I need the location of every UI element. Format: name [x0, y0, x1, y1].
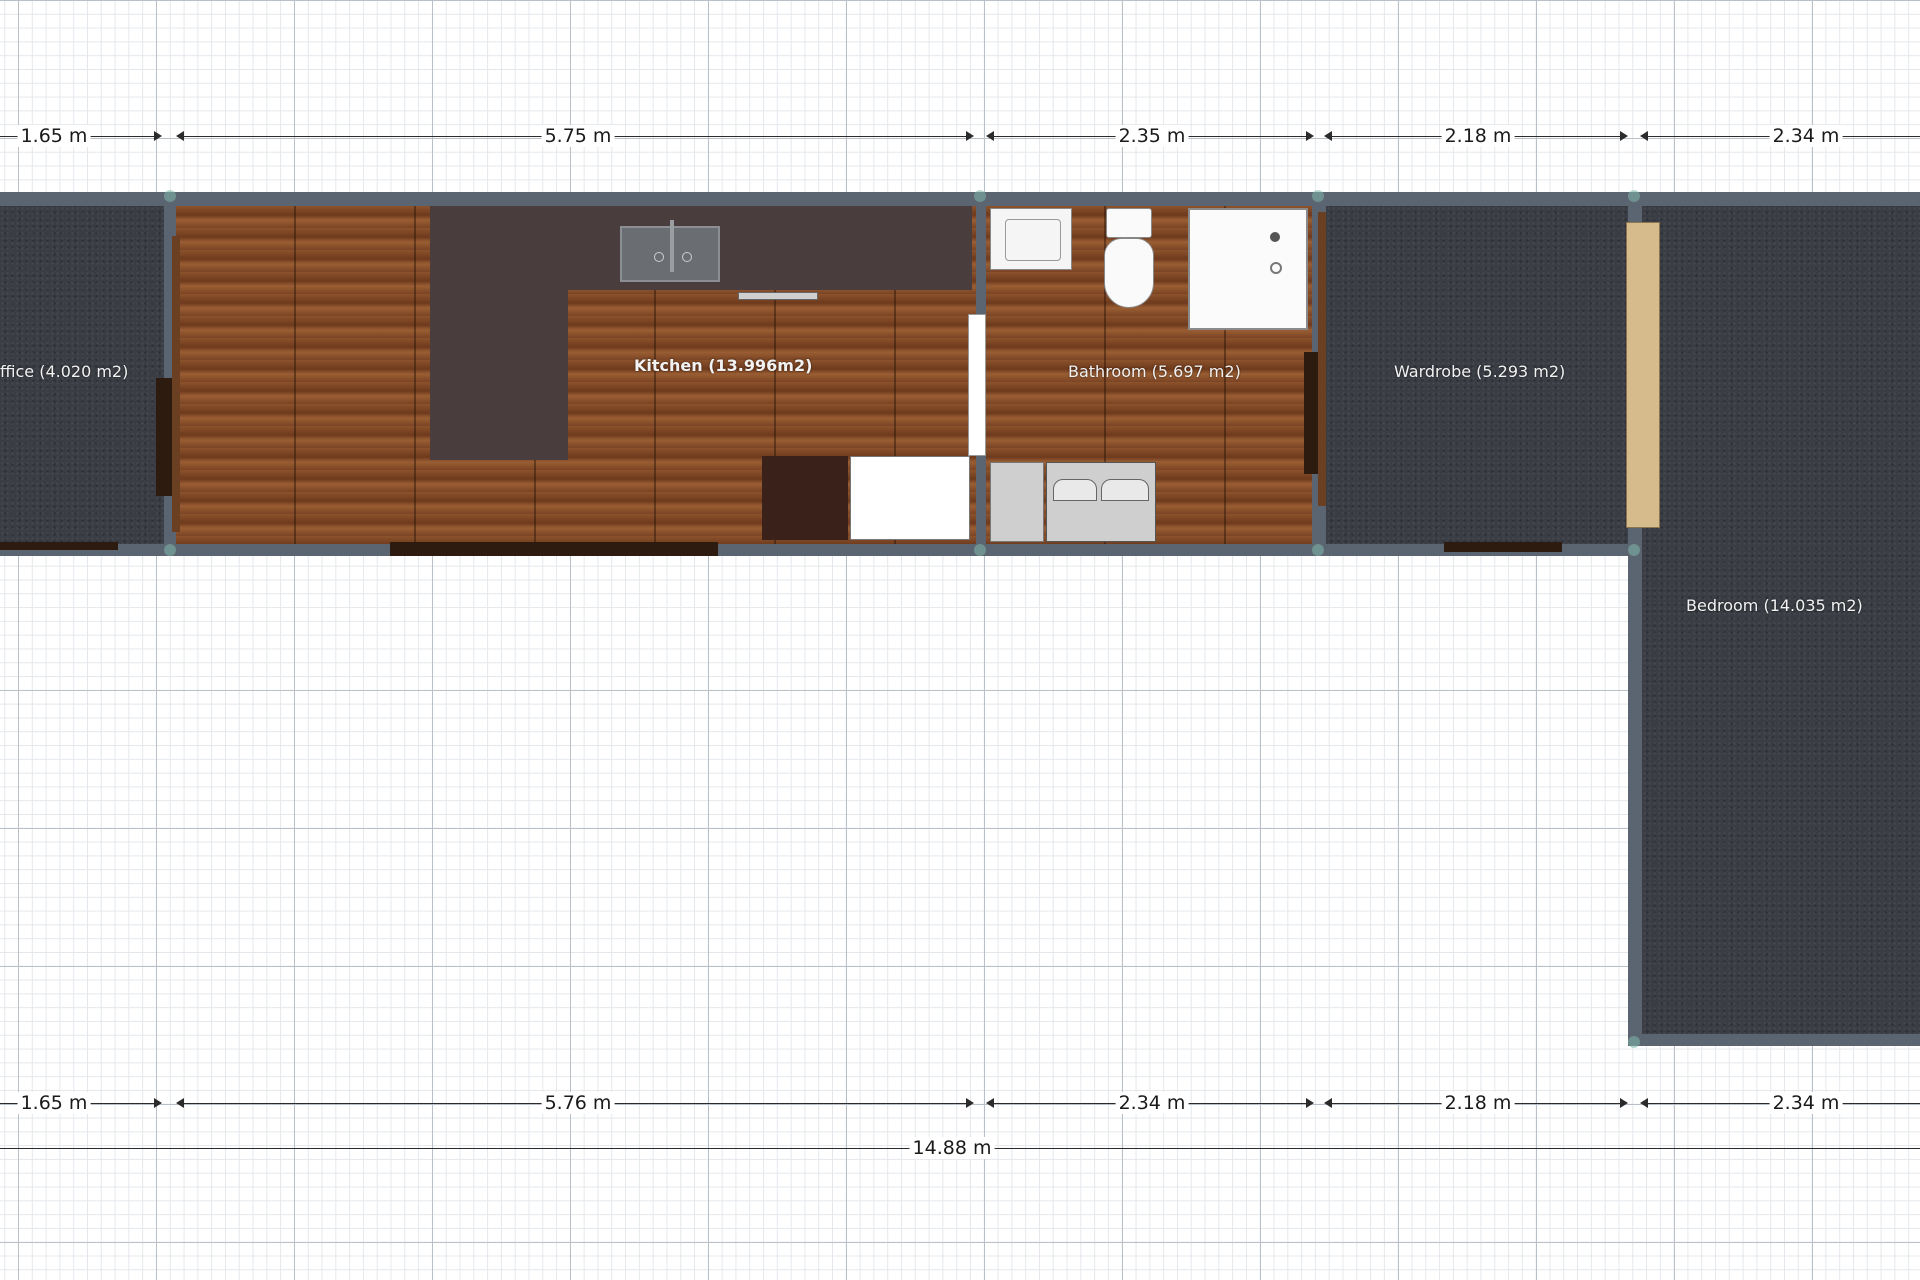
- office-window[interactable]: [0, 542, 118, 550]
- shower-icon[interactable]: [1188, 208, 1308, 330]
- arrow-right-icon: [1306, 131, 1314, 141]
- shower-head-icon: [1270, 232, 1280, 242]
- arrow-left-icon: [986, 131, 994, 141]
- drain-icon: [682, 252, 692, 262]
- kitchen-island[interactable]: [430, 206, 568, 460]
- wall-node[interactable]: [164, 544, 176, 556]
- wall-node[interactable]: [974, 544, 986, 556]
- bathroom-cabinet[interactable]: [990, 462, 1044, 542]
- kitchen-shelf[interactable]: [738, 292, 818, 300]
- arrow-right-icon: [966, 131, 974, 141]
- kitchen-door-leaf[interactable]: [172, 236, 180, 532]
- office-door[interactable]: [156, 378, 172, 496]
- bedroom-sliding-door[interactable]: [1626, 222, 1660, 528]
- kitchen-sink-icon[interactable]: [620, 220, 720, 282]
- wall-node[interactable]: [164, 190, 176, 202]
- faucet-icon: [670, 220, 674, 272]
- bedroom-room[interactable]: [1642, 206, 1920, 1034]
- arrow-right-icon: [1306, 1098, 1314, 1108]
- wardrobe-window[interactable]: [1444, 542, 1562, 552]
- dim-bottom-1: 1.65 m: [17, 1092, 91, 1114]
- tub-basin: [1101, 479, 1149, 501]
- wall-bedroom-bottom: [1628, 1034, 1920, 1046]
- toilet-bowl: [1104, 238, 1154, 308]
- dim-top-3: 2.35 m: [1115, 125, 1189, 147]
- basin-icon: [1005, 219, 1061, 261]
- drain-icon: [654, 252, 664, 262]
- arrow-right-icon: [154, 1098, 162, 1108]
- kitchen-window[interactable]: [390, 542, 718, 556]
- wardrobe-door-leaf[interactable]: [1318, 212, 1326, 506]
- wall-node[interactable]: [1628, 544, 1640, 556]
- toilet-icon[interactable]: [1104, 208, 1154, 310]
- wall-node[interactable]: [974, 190, 986, 202]
- wall-node[interactable]: [1628, 190, 1640, 202]
- bathtub-icon[interactable]: [1046, 462, 1156, 542]
- tub-basin: [1053, 479, 1097, 501]
- bathroom-label: Bathroom (5.697 m2): [1068, 362, 1241, 381]
- wall-bottom: [0, 544, 1642, 556]
- dim-top-1: 1.65 m: [17, 125, 91, 147]
- fridge-icon[interactable]: [850, 456, 970, 540]
- arrow-right-icon: [154, 131, 162, 141]
- stove-icon[interactable]: [762, 456, 848, 540]
- arrow-left-icon: [1640, 131, 1648, 141]
- dim-top-4: 2.18 m: [1441, 125, 1515, 147]
- wardrobe-label: Wardrobe (5.293 m2): [1394, 362, 1566, 381]
- arrow-left-icon: [176, 1098, 184, 1108]
- drain-icon: [1270, 262, 1282, 274]
- toilet-tank: [1106, 208, 1152, 238]
- arrow-right-icon: [1620, 1098, 1628, 1108]
- dim-bottom-3: 2.34 m: [1115, 1092, 1189, 1114]
- dim-total: 14.88 m: [909, 1137, 995, 1159]
- kitchen-label: Kitchen (13.996m2): [634, 356, 813, 375]
- arrow-left-icon: [1324, 1098, 1332, 1108]
- wall-node[interactable]: [1628, 1036, 1640, 1048]
- dim-top-2: 5.75 m: [541, 125, 615, 147]
- dim-bottom-5: 2.34 m: [1769, 1092, 1843, 1114]
- arrow-left-icon: [1324, 131, 1332, 141]
- arrow-right-icon: [1620, 131, 1628, 141]
- wall-node[interactable]: [1312, 544, 1324, 556]
- bathroom-sink-icon[interactable]: [990, 208, 1072, 270]
- dim-bottom-4: 2.18 m: [1441, 1092, 1515, 1114]
- dim-top-5: 2.34 m: [1769, 125, 1843, 147]
- office-label: ffice (4.020 m2): [0, 362, 129, 381]
- kitchen-bath-sliding-door[interactable]: [968, 314, 986, 456]
- dim-bottom-2: 5.76 m: [541, 1092, 615, 1114]
- arrow-left-icon: [1640, 1098, 1648, 1108]
- arrow-left-icon: [176, 131, 184, 141]
- floor-plan-canvas[interactable]: 1.65 m 5.75 m 2.35 m 2.18 m 2.34 m ffice…: [0, 0, 1920, 1280]
- bedroom-label: Bedroom (14.035 m2): [1686, 596, 1863, 615]
- arrow-right-icon: [966, 1098, 974, 1108]
- wall-node[interactable]: [1312, 190, 1324, 202]
- arrow-left-icon: [986, 1098, 994, 1108]
